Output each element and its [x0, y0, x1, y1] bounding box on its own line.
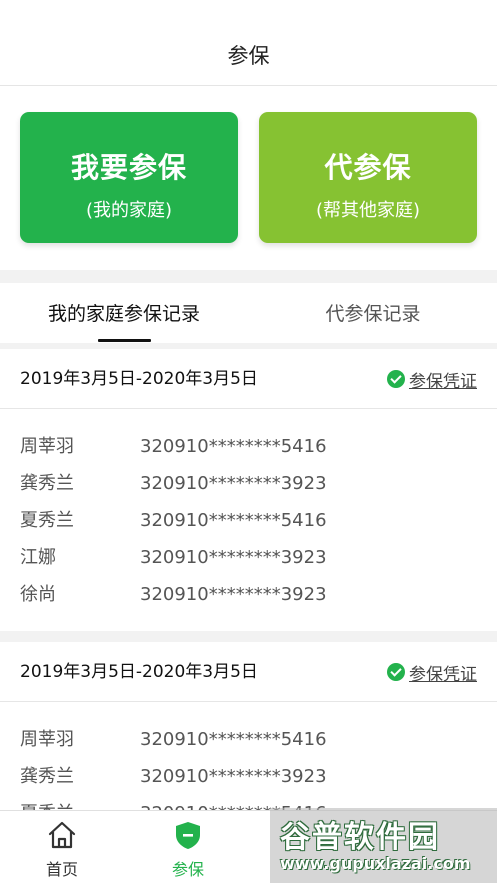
member-row: 夏秀兰 320910********5416	[0, 506, 497, 543]
tabbar-insure-label: 参保	[171, 860, 204, 879]
member-id: 320910********5416	[140, 510, 327, 531]
member-id: 320910********3923	[140, 766, 327, 787]
member-id: 320910********3923	[140, 473, 327, 494]
self-insure-title: 我要参保	[70, 151, 187, 184]
member-row: 龚秀兰 320910********3923	[0, 762, 497, 799]
record-header: 2019年3月5日-2020年3月5日 参保凭证	[0, 349, 497, 409]
self-insure-subtitle: (我的家庭)	[85, 200, 173, 221]
tabbar-home-label: 首页	[45, 860, 78, 879]
site-watermark: 谷普软件园 www.gupuxlazai.com	[270, 808, 497, 883]
top-header: 参保	[0, 0, 497, 86]
check-circle-icon	[387, 370, 405, 388]
record-period: 2019年3月5日-2020年3月5日	[20, 369, 258, 389]
tabbar-insure[interactable]: 参保	[126, 811, 250, 883]
record-header: 2019年3月5日-2020年3月5日 参保凭证	[0, 642, 497, 702]
member-list: 周莘羽 320910********5416 龚秀兰 320910********3…	[0, 409, 497, 617]
member-name: 夏秀兰	[20, 510, 74, 531]
member-id: 320910********3923	[140, 547, 327, 568]
member-name: 徐尚	[20, 584, 56, 605]
record-period: 2019年3月5日-2020年3月5日	[20, 662, 258, 682]
shield-icon	[176, 822, 200, 849]
watermark-text: 谷普软件园	[280, 820, 440, 855]
tab-proxy-records[interactable]: 代参保记录	[249, 283, 497, 343]
member-name: 龚秀兰	[20, 473, 74, 494]
record-tabs: 我的家庭参保记录 代参保记录	[0, 283, 497, 343]
member-row: 周莘羽 320910********5416	[0, 725, 497, 762]
proxy-insure-title: 代参保	[324, 151, 412, 184]
insurance-record: 2019年3月5日-2020年3月5日 参保凭证 周莘羽 320910******…	[0, 349, 497, 631]
member-id: 320910********3923	[140, 584, 327, 605]
member-id: 320910********5416	[140, 729, 327, 750]
voucher-link[interactable]: 参保凭证	[387, 349, 477, 409]
tabbar-home[interactable]: 首页	[0, 811, 124, 883]
page-title: 参保	[227, 44, 270, 68]
member-name: 龚秀兰	[20, 766, 74, 787]
member-name: 周莘羽	[20, 436, 74, 457]
member-name: 周莘羽	[20, 729, 74, 750]
member-row: 龚秀兰 320910********3923	[0, 469, 497, 506]
tab-my-family-records[interactable]: 我的家庭参保记录	[0, 283, 248, 343]
voucher-label: 参保凭证	[409, 664, 477, 685]
watermark-url: www.gupuxlazai.com	[280, 854, 471, 873]
voucher-label: 参保凭证	[409, 371, 477, 392]
proxy-insure-subtitle: (帮其他家庭)	[315, 200, 421, 221]
check-circle-icon	[387, 663, 405, 681]
action-cards: 我要参保 (我的家庭) 代参保 (帮其他家庭)	[0, 86, 497, 270]
proxy-insure-card[interactable]: 代参保 (帮其他家庭)	[259, 112, 477, 243]
home-icon	[48, 821, 76, 849]
active-tab-indicator	[98, 339, 151, 342]
member-row: 江娜 320910********3923	[0, 543, 497, 580]
self-insure-card[interactable]: 我要参保 (我的家庭)	[20, 112, 238, 243]
member-row: 徐尚 320910********3923	[0, 580, 497, 617]
member-row: 周莘羽 320910********5416	[0, 432, 497, 469]
voucher-link[interactable]: 参保凭证	[387, 642, 477, 702]
member-name: 江娜	[20, 547, 56, 568]
member-id: 320910********5416	[140, 436, 327, 457]
